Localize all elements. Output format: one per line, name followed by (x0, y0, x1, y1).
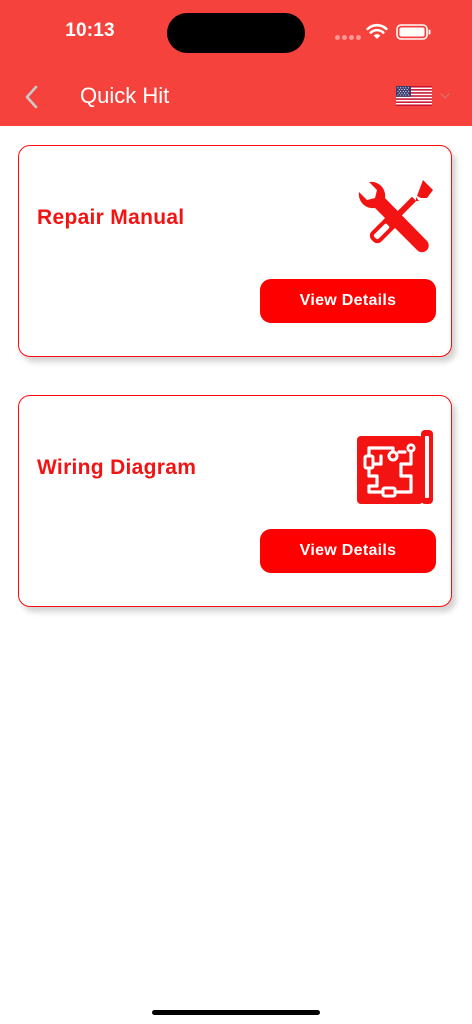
us-flag-icon (396, 86, 432, 106)
language-selector[interactable] (396, 84, 458, 108)
wifi-icon (366, 23, 388, 39)
home-indicator (152, 1010, 320, 1015)
app-header: 10:13 Quick Hit (0, 0, 472, 126)
wiring-diagram-card[interactable]: Wiring Diagram View Details (18, 395, 452, 607)
chevron-left-icon (25, 85, 38, 109)
app-screen: 10:13 Quick Hit Repair Manual View Detai… (0, 0, 472, 1024)
view-details-button[interactable]: View Details (260, 529, 436, 573)
view-details-button[interactable]: View Details (260, 279, 436, 323)
battery-icon (396, 24, 431, 40)
cellular-signal-icon (335, 35, 361, 41)
status-time: 10:13 (65, 20, 115, 41)
wiring-diagram-icon (357, 430, 433, 504)
card-title: Wiring Diagram (37, 456, 197, 479)
back-button[interactable] (18, 82, 46, 112)
wrench-screwdriver-icon (358, 180, 433, 253)
card-title: Repair Manual (37, 206, 185, 229)
dynamic-island (167, 13, 305, 53)
page-title: Quick Hit (80, 83, 170, 108)
repair-manual-card[interactable]: Repair Manual View Details (18, 145, 452, 357)
chevron-down-icon (440, 93, 450, 99)
